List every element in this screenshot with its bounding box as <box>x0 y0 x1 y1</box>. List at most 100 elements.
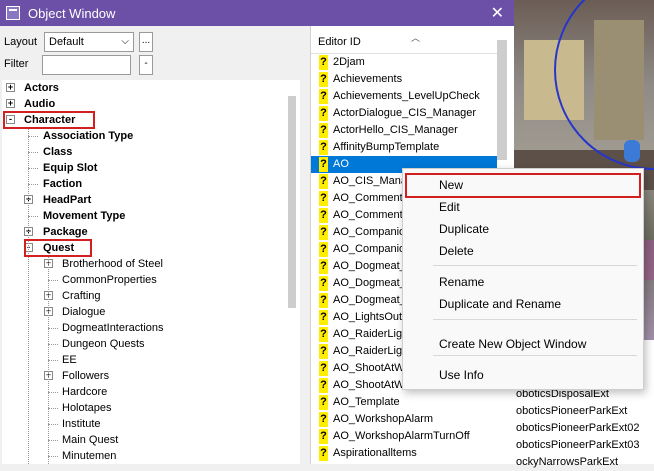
tree-connector <box>28 136 38 137</box>
tree-item[interactable]: DogmeatInteractions <box>2 320 288 336</box>
expand-icon[interactable]: + <box>6 83 15 92</box>
tree-item-label: Followers <box>62 370 110 382</box>
list-item-label: AO_Companio <box>333 243 406 255</box>
tree-item[interactable]: + Brotherhood of Steel <box>2 256 288 272</box>
list-item-label: AO_Dogmeat_ <box>333 260 406 272</box>
list-item-label: AO_WorkshopAlarmTurnOff <box>333 430 470 442</box>
list-item[interactable]: ? AffinityBumpTemplate <box>311 139 497 156</box>
cell-list-item[interactable]: ockyNarrowsParkExt <box>514 454 654 471</box>
tree-scrollbar[interactable] <box>288 96 296 308</box>
menu-item-create-new-object-window[interactable]: Create New Object Window <box>403 333 643 355</box>
tree-item[interactable]: + Crafting <box>2 288 288 304</box>
tree-item-label: Audio <box>24 98 56 110</box>
tree-item[interactable]: Movement Type <box>2 208 288 224</box>
list-item-label: AO_WorkshopAlarm <box>333 413 434 425</box>
menu-item-duplicate[interactable]: Duplicate <box>403 218 643 240</box>
tree-item[interactable]: Holotapes <box>2 400 288 416</box>
category-tree[interactable]: + Actors + Audio - Character Association Type C… <box>2 80 300 464</box>
menu-item-new[interactable]: New <box>403 174 643 196</box>
tree-item-label: Minutemen <box>62 450 117 462</box>
tree-item-label: Dialogue <box>62 306 106 318</box>
tree-item-label: Class <box>43 146 73 158</box>
tree-item-label: Dungeon Quests <box>62 338 145 350</box>
list-item-label: AO_Comment <box>333 192 403 204</box>
list-item-label: 2Djam <box>333 56 365 68</box>
list-item-label: AO_ShootAtW <box>333 362 405 374</box>
menu-item-delete[interactable]: Delete <box>403 240 643 262</box>
list-item[interactable]: ? AO_WorkshopAlarm <box>311 411 497 428</box>
tree-item[interactable]: Dungeon Quests <box>2 336 288 352</box>
list-item-label: AO_LightsOut <box>333 311 403 323</box>
tree-item[interactable]: + Actors <box>2 80 288 96</box>
list-item[interactable]: ? AO_Template <box>311 394 497 411</box>
menu-item-use-info[interactable]: Use Info <box>403 364 643 386</box>
tree-item-label: Movement Type <box>43 210 126 222</box>
filter-input[interactable] <box>42 55 131 75</box>
tree-item-label: Brotherhood of Steel <box>62 258 163 270</box>
tree-item[interactable]: + Package <box>2 224 288 240</box>
list-item-label: AO_CIS_Mana <box>333 175 407 187</box>
tree-connector <box>48 408 58 409</box>
layout-options-button[interactable]: ... <box>139 32 153 52</box>
tree-connector <box>48 392 58 393</box>
menu-separator <box>433 355 637 356</box>
list-item[interactable]: ? Aspirationalltems <box>311 445 497 462</box>
tree-item[interactable]: CommonProperties <box>2 272 288 288</box>
quest-icon: ? <box>319 293 328 308</box>
quest-icon: ? <box>319 72 328 87</box>
tree-item[interactable]: + HeadPart <box>2 192 288 208</box>
quest-icon: ? <box>319 191 328 206</box>
quest-icon: ? <box>319 310 328 325</box>
tree-connector <box>48 440 58 441</box>
quest-icon: ? <box>319 225 328 240</box>
tree-item[interactable]: Minutemen <box>2 448 288 464</box>
tree-item[interactable]: Class <box>2 144 288 160</box>
tree-item[interactable]: Hardcore <box>2 384 288 400</box>
tree-item[interactable]: Main Quest <box>2 432 288 448</box>
cell-list-item[interactable]: oboticsPioneerParkExt02 <box>514 420 654 437</box>
column-header-label: Editor ID <box>318 36 361 48</box>
tree-connector <box>28 168 38 169</box>
list-item[interactable]: ? ActorDialogue_CIS_Manager <box>311 105 497 122</box>
quest-icon: ? <box>319 429 328 444</box>
list-item-label: ActorDialogue_CIS_Manager <box>333 107 477 119</box>
tree-connector <box>48 256 49 464</box>
highlight-box-quest <box>24 239 92 257</box>
tree-connector <box>28 184 38 185</box>
tree-item[interactable]: EE <box>2 352 288 368</box>
list-scrollbar[interactable] <box>497 40 507 160</box>
tree-item[interactable]: Faction <box>2 176 288 192</box>
quest-icon: ? <box>319 123 328 138</box>
tree-item[interactable]: Equip Slot <box>2 160 288 176</box>
filter-clear-button[interactable]: - <box>139 55 153 75</box>
menu-item-duplicate-and-rename[interactable]: Duplicate and Rename <box>403 293 643 315</box>
sort-ascending-icon: ︿ <box>411 33 421 43</box>
list-item-label: AO_Dogmeat_ <box>333 294 406 306</box>
list-item[interactable]: ? AO_WorkshopAlarmTurnOff <box>311 428 497 445</box>
quest-icon: ? <box>319 395 328 410</box>
list-item[interactable]: ? ActorHello_CIS_Manager <box>311 122 497 139</box>
tree-item[interactable]: Association Type <box>2 128 288 144</box>
filter-label: Filter <box>4 58 29 70</box>
close-icon[interactable]: ✕ <box>491 3 504 23</box>
tree-item[interactable]: + Audio <box>2 96 288 112</box>
list-item[interactable]: ? Achievements_LevelUpCheck <box>311 88 497 105</box>
list-item[interactable]: ? 2Djam <box>311 54 497 71</box>
tree-item-label: Package <box>43 226 88 238</box>
column-header-editor-id[interactable]: Editor ID ︿ <box>311 26 497 54</box>
tree-item[interactable]: Institute <box>2 416 288 432</box>
tree-item[interactable]: + Dialogue <box>2 304 288 320</box>
tree-item-label: Association Type <box>43 130 134 142</box>
expand-icon[interactable]: + <box>6 99 15 108</box>
cell-list-item[interactable]: oboticsPioneerParkExt03 <box>514 437 654 454</box>
menu-item-rename[interactable]: Rename <box>403 271 643 293</box>
layout-dropdown[interactable]: Default ⌵ <box>44 32 134 52</box>
menu-item-edit[interactable]: Edit <box>403 196 643 218</box>
list-item-label: ActorHello_CIS_Manager <box>333 124 458 136</box>
tree-connector <box>48 280 58 281</box>
cell-list-item[interactable]: oboticsPioneerParkExt <box>514 403 654 420</box>
tree-item[interactable]: + Followers <box>2 368 288 384</box>
list-item[interactable]: ? Achievements <box>311 71 497 88</box>
list-item-label: AO_RaiderLigl <box>333 328 405 340</box>
tree-connector <box>48 424 58 425</box>
